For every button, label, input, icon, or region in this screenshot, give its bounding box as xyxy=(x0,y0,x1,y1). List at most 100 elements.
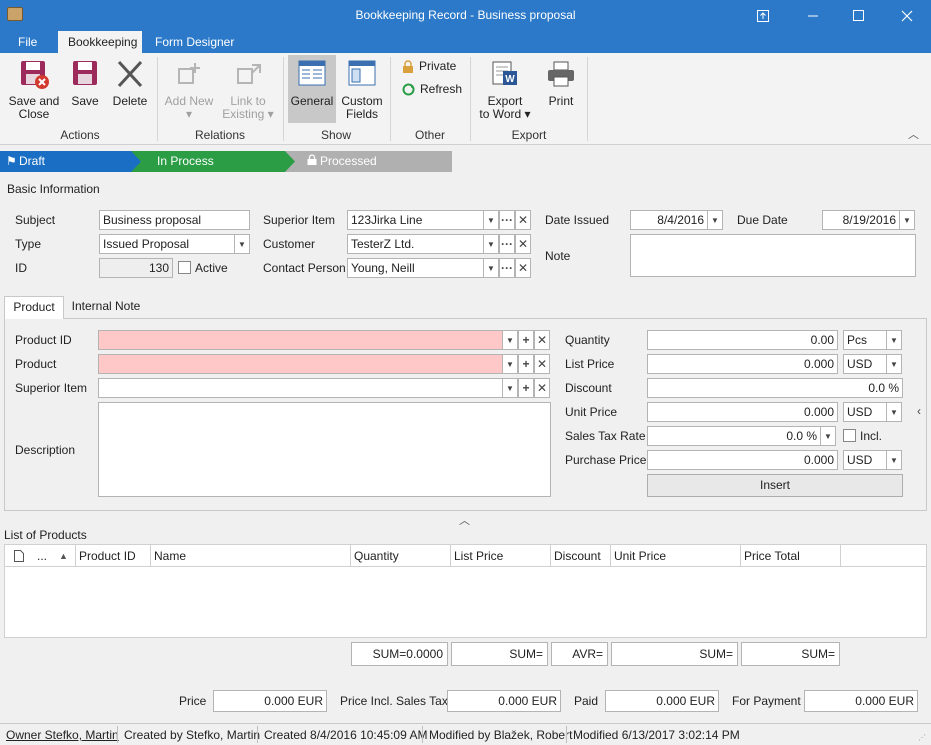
type-select[interactable]: Issued Proposal xyxy=(99,234,235,254)
list-price-currency-select[interactable]: USD xyxy=(843,354,887,374)
incl-label: Incl. xyxy=(860,429,883,443)
private-button[interactable]: Private xyxy=(402,59,456,73)
column-name[interactable]: Name xyxy=(151,545,351,567)
add-icon[interactable]: + xyxy=(518,330,534,350)
incl-checkbox[interactable] xyxy=(843,429,856,442)
products-grid[interactable]: ... ▲ Product ID Name Quantity List Pric… xyxy=(4,544,927,638)
ellipsis-button[interactable]: ··· xyxy=(499,234,515,254)
chevron-down-icon[interactable]: ▼ xyxy=(886,354,902,374)
collapse-ribbon-icon[interactable]: ︿ xyxy=(908,126,919,142)
product-id-field[interactable] xyxy=(98,330,503,350)
column-unit-price[interactable]: Unit Price xyxy=(611,545,741,567)
insert-button[interactable]: Insert xyxy=(647,474,903,497)
quantity-unit-select[interactable]: Pcs xyxy=(843,330,887,350)
column-price-total[interactable]: Price Total xyxy=(741,545,841,567)
restore-down-icon[interactable] xyxy=(740,0,786,31)
owner-link[interactable]: Owner Stefko, Martin xyxy=(6,728,119,742)
sum-list-price: SUM= xyxy=(451,642,548,666)
add-new-button[interactable]: Add New ▾ xyxy=(163,59,215,121)
ellipsis-button[interactable]: ··· xyxy=(499,210,515,230)
workflow-step-in-process[interactable]: In Process xyxy=(138,151,278,172)
clear-icon[interactable]: ✕ xyxy=(534,330,550,350)
date-issued-field[interactable]: 8/4/2016 xyxy=(630,210,708,230)
quantity-field[interactable]: 0.00 xyxy=(647,330,838,350)
unit-price-field[interactable]: 0.000 xyxy=(647,402,838,422)
refresh-button[interactable]: Refresh xyxy=(402,82,462,96)
modified-by-text: Modified by Blažek, Robert xyxy=(429,728,573,742)
resize-grip-icon[interactable]: ⋰ xyxy=(918,733,926,742)
workflow-step-processed[interactable]: Processed xyxy=(302,151,442,172)
description-field[interactable] xyxy=(98,402,551,497)
tab-file[interactable]: File xyxy=(8,31,47,53)
purchase-price-currency-select[interactable]: USD xyxy=(843,450,887,470)
chevron-down-icon[interactable]: ▼ xyxy=(483,258,499,278)
chevron-down-icon[interactable]: ▼ xyxy=(483,234,499,254)
status-separator xyxy=(257,726,258,743)
chevron-down-icon[interactable]: ▼ xyxy=(886,330,902,350)
chevron-down-icon[interactable]: ▼ xyxy=(502,330,518,350)
chevron-left-icon[interactable]: ‹ xyxy=(917,404,921,418)
tab-product[interactable]: Product xyxy=(4,296,64,319)
chevron-down-icon[interactable]: ▼ xyxy=(886,402,902,422)
note-field[interactable] xyxy=(630,234,916,277)
chevron-down-icon[interactable]: ▼ xyxy=(502,354,518,374)
due-date-field[interactable]: 8/19/2016 xyxy=(822,210,900,230)
basic-info-title: Basic Information xyxy=(7,182,100,196)
chevron-down-icon[interactable]: ▼ xyxy=(899,210,915,230)
product-superior-item-field[interactable] xyxy=(98,378,503,398)
refresh-icon xyxy=(402,83,415,95)
column-quantity[interactable]: Quantity xyxy=(351,545,451,567)
purchase-price-field[interactable]: 0.000 xyxy=(647,450,838,470)
print-button[interactable]: Print xyxy=(540,59,582,108)
add-icon[interactable]: + xyxy=(518,378,534,398)
list-price-field[interactable]: 0.000 xyxy=(647,354,838,374)
save-and-close-button[interactable]: Save and Close xyxy=(8,59,60,121)
new-row-icon[interactable] xyxy=(5,545,34,567)
clear-icon[interactable]: ✕ xyxy=(534,354,550,374)
delete-button[interactable]: Delete xyxy=(110,59,150,108)
superior-item-label: Superior Item xyxy=(263,213,336,227)
date-issued-label: Date Issued xyxy=(545,213,610,227)
customer-field[interactable]: TesterZ Ltd. xyxy=(347,234,484,254)
chevron-down-icon[interactable]: ▼ xyxy=(707,210,723,230)
discount-field[interactable]: 0.0 % xyxy=(647,378,903,398)
minimize-icon[interactable] xyxy=(790,0,836,31)
close-icon[interactable] xyxy=(884,0,930,31)
column-product-id[interactable]: Product ID xyxy=(76,545,151,567)
workflow-step-draft[interactable]: ⚑ Draft xyxy=(0,151,140,172)
column-discount[interactable]: Discount xyxy=(551,545,611,567)
link-to-existing-button[interactable]: Link to Existing ▾ xyxy=(222,59,274,121)
superior-item-field[interactable]: 123Jirka Line xyxy=(347,210,484,230)
sales-tax-rate-field[interactable]: 0.0 % xyxy=(647,426,821,446)
add-icon[interactable]: + xyxy=(518,354,534,374)
sort-up-icon[interactable]: ▲ xyxy=(56,545,76,567)
status-separator xyxy=(566,726,567,743)
clear-icon[interactable]: ✕ xyxy=(515,258,531,278)
tab-internal-note[interactable]: Internal Note xyxy=(68,296,144,318)
product-field[interactable] xyxy=(98,354,503,374)
row-menu-button[interactable]: ... xyxy=(34,545,56,567)
clear-icon[interactable]: ✕ xyxy=(515,210,531,230)
unit-price-currency-select[interactable]: USD xyxy=(843,402,887,422)
clear-icon[interactable]: ✕ xyxy=(515,234,531,254)
ellipsis-button[interactable]: ··· xyxy=(499,258,515,278)
chevron-down-icon[interactable]: ▼ xyxy=(234,234,250,254)
subject-field[interactable]: Business proposal xyxy=(99,210,250,230)
chevron-down-icon[interactable]: ▼ xyxy=(483,210,499,230)
chevron-down-icon[interactable]: ▼ xyxy=(820,426,836,446)
tab-bookkeeping[interactable]: Bookkeeping xyxy=(58,31,142,53)
collapse-panel-icon[interactable]: ︿ xyxy=(459,512,470,528)
column-list-price[interactable]: List Price xyxy=(451,545,551,567)
tab-form-designer[interactable]: Form Designer xyxy=(145,31,244,53)
ribbon-separator xyxy=(157,57,158,141)
maximize-icon[interactable] xyxy=(836,0,882,31)
chevron-down-icon[interactable]: ▼ xyxy=(886,450,902,470)
contact-person-field[interactable]: Young, Neill xyxy=(347,258,484,278)
custom-fields-button[interactable]: Custom Fields xyxy=(340,59,384,121)
active-checkbox[interactable] xyxy=(178,261,191,274)
save-button[interactable]: Save xyxy=(66,59,104,108)
export-to-word-button[interactable]: W Export to Word ▾ xyxy=(478,59,532,121)
general-button[interactable]: General xyxy=(288,55,336,123)
chevron-down-icon[interactable]: ▼ xyxy=(502,378,518,398)
clear-icon[interactable]: ✕ xyxy=(534,378,550,398)
